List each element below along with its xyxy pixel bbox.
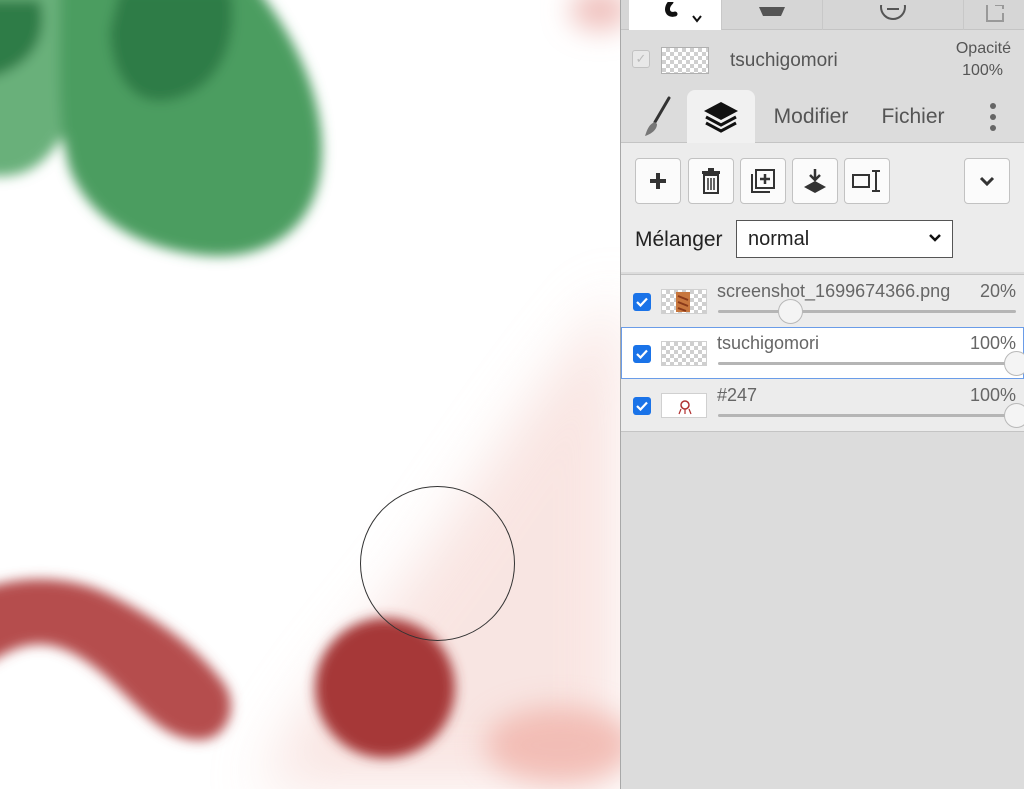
tab-layers[interactable] bbox=[687, 90, 755, 143]
layer-name: #247 bbox=[717, 385, 758, 405]
layer-visibility-checkbox[interactable] bbox=[633, 293, 651, 311]
layer-thumbnail bbox=[661, 393, 707, 418]
panel-tabs: Modifier Fichier bbox=[621, 90, 1024, 143]
blend-mode-row: Mélanger normal bbox=[621, 215, 1024, 272]
duplicate-icon bbox=[751, 169, 775, 193]
tab-more[interactable] bbox=[973, 90, 1013, 143]
layer-name: screenshot_1699674366.png bbox=[717, 281, 951, 301]
check-icon bbox=[636, 349, 648, 359]
tool-minus-circle[interactable] bbox=[823, 0, 963, 30]
tab-brush[interactable] bbox=[629, 90, 687, 143]
tool-strip bbox=[621, 0, 1024, 30]
delete-layer-button[interactable] bbox=[688, 158, 734, 204]
minus-circle-icon bbox=[880, 5, 906, 20]
layer-opacity-value: 20% bbox=[979, 281, 1016, 301]
layers-icon bbox=[704, 101, 738, 133]
brush-stroke-icon bbox=[665, 2, 702, 23]
merge-down-icon bbox=[804, 169, 826, 193]
layer-row[interactable]: tsuchigomori 100% bbox=[621, 327, 1024, 379]
layer-opacity-slider-handle[interactable] bbox=[777, 299, 803, 324]
layer-opacity-value: 100% bbox=[969, 333, 1016, 353]
text-cursor-icon bbox=[852, 170, 880, 192]
layer-row[interactable]: screenshot_1699674366.png 20% bbox=[621, 275, 1024, 327]
plus-icon bbox=[650, 173, 666, 189]
tab-fichier[interactable]: Fichier bbox=[869, 90, 957, 143]
brush-cursor-circle bbox=[360, 486, 515, 641]
blend-mode-select[interactable]: normal bbox=[736, 220, 953, 258]
blend-mode-value: normal bbox=[748, 227, 810, 250]
chevron-down-icon bbox=[929, 234, 941, 242]
tab-fichier-label: Fichier bbox=[881, 104, 945, 128]
rename-layer-button[interactable] bbox=[844, 158, 890, 204]
current-layer-visibility-checkbox[interactable]: ✓ bbox=[632, 50, 650, 68]
current-layer-thumbnail bbox=[661, 47, 709, 74]
sketch-thumbnail bbox=[678, 400, 692, 415]
opacity-label: Opacité bbox=[955, 40, 1011, 57]
blend-mode-label: Mélanger bbox=[635, 228, 723, 251]
layer-opacity-value: 100% bbox=[969, 385, 1016, 405]
check-icon bbox=[636, 297, 648, 307]
chevron-down-icon bbox=[979, 176, 995, 186]
check-icon bbox=[636, 401, 648, 411]
current-layer-name: tsuchigomori bbox=[730, 50, 838, 71]
tool-shape[interactable] bbox=[722, 0, 822, 30]
more-vertical-icon bbox=[990, 102, 996, 131]
brush-icon bbox=[645, 96, 671, 136]
layer-opacity-slider[interactable] bbox=[718, 403, 1024, 428]
side-panel: ✓ tsuchigomori Opacité 100% Modifier Fic… bbox=[620, 0, 1024, 789]
layer-opacity-slider-handle[interactable] bbox=[1004, 403, 1024, 428]
layer-visibility-checkbox[interactable] bbox=[633, 345, 651, 363]
layer-name: tsuchigomori bbox=[717, 333, 820, 353]
image-thumbnail bbox=[676, 292, 690, 312]
opacity-value[interactable]: 100% bbox=[962, 62, 1003, 80]
layer-actions-toolbar bbox=[621, 143, 1024, 215]
layer-opacity-slider[interactable] bbox=[718, 351, 1024, 376]
tab-modifier-label: Modifier bbox=[773, 104, 849, 128]
trash-icon bbox=[702, 168, 720, 194]
layer-opacity-slider[interactable] bbox=[718, 299, 1016, 324]
canvas-artwork bbox=[0, 0, 620, 789]
drawing-canvas[interactable] bbox=[0, 0, 620, 789]
merge-down-button[interactable] bbox=[792, 158, 838, 204]
layer-thumbnail bbox=[661, 341, 707, 366]
layer-opacity-slider-handle[interactable] bbox=[1004, 351, 1024, 376]
current-layer-info: ✓ tsuchigomori Opacité 100% bbox=[621, 30, 1024, 90]
shape-icon bbox=[759, 7, 785, 16]
layers-list: screenshot_1699674366.png 20% tsuchigomo… bbox=[621, 274, 1024, 432]
green-strokes bbox=[0, 0, 322, 256]
layer-visibility-checkbox[interactable] bbox=[633, 397, 651, 415]
tool-brush-stroke[interactable] bbox=[629, 0, 721, 30]
duplicate-layer-button[interactable] bbox=[740, 158, 786, 204]
tool-export[interactable] bbox=[964, 0, 1024, 30]
layer-options-dropdown-button[interactable] bbox=[964, 158, 1010, 204]
layer-row[interactable]: #247 100% bbox=[621, 379, 1024, 431]
add-layer-button[interactable] bbox=[635, 158, 681, 204]
layer-thumbnail bbox=[661, 289, 707, 314]
export-icon bbox=[985, 5, 1004, 22]
tab-modifier[interactable]: Modifier bbox=[761, 90, 861, 143]
